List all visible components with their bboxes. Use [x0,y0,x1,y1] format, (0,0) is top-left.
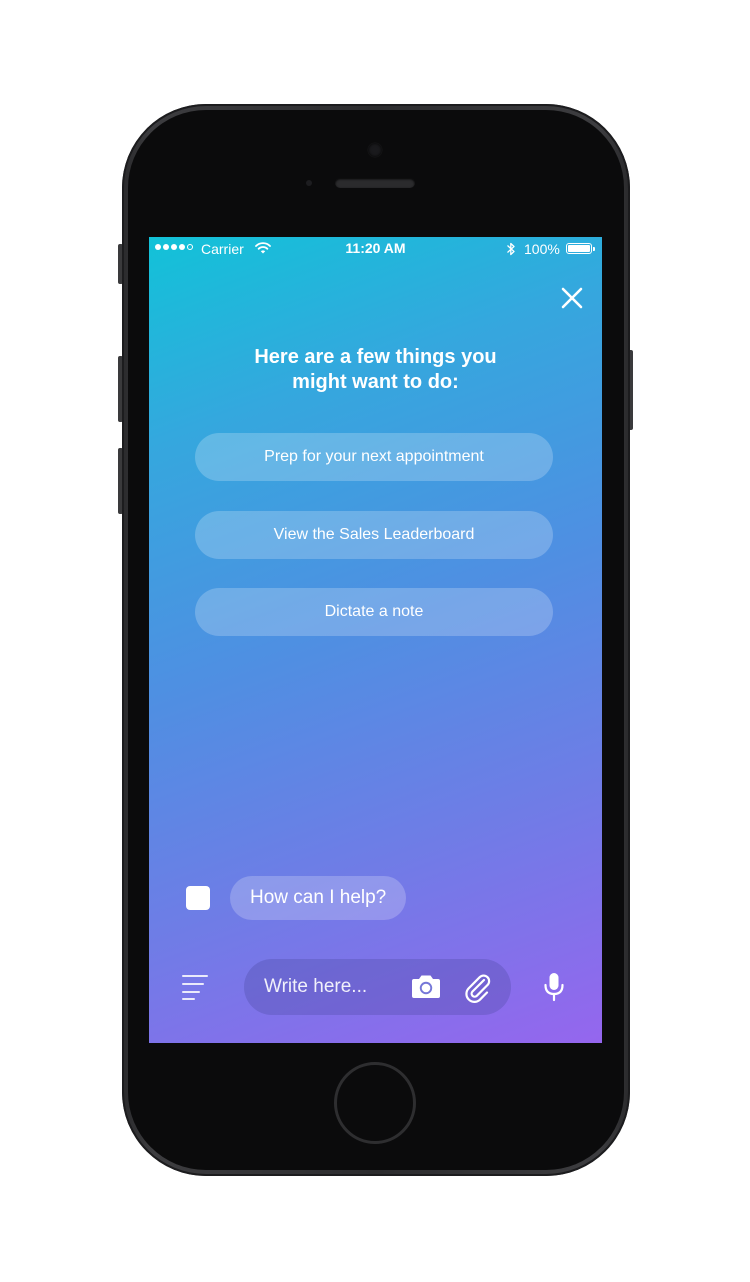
proximity-sensor [306,180,312,186]
front-camera [368,143,382,157]
paperclip-icon[interactable] [462,971,492,1003]
status-bar: Carrier 11:20 AM 100% [149,237,602,261]
battery-nub [593,247,595,251]
close-icon[interactable] [557,283,587,313]
suggestions-heading: Here are a few things you might want to … [189,345,562,395]
bot-avatar [186,886,210,910]
suggestion-sales-leaderboard-button[interactable]: View the Sales Leaderboard [195,511,553,559]
heading-line-1: Here are a few things you [254,346,497,368]
bot-message-bubble: How can I help? [230,876,407,920]
home-button[interactable] [334,1062,416,1144]
battery-icon [566,243,595,254]
assistant-screen: Carrier 11:20 AM 100% Here are a few thi… [149,237,602,1043]
menu-icon[interactable] [181,973,211,1001]
battery-percentage: 100% [524,241,560,257]
heading-line-2: might want to do: [292,371,459,393]
bluetooth-icon [507,242,515,256]
message-composer [244,959,511,1015]
earpiece-speaker [335,178,415,188]
message-input[interactable] [264,973,404,1001]
suggestion-prep-appointment-button[interactable]: Prep for your next appointment [195,433,553,481]
stage: Carrier 11:20 AM 100% Here are a few thi… [0,0,750,1282]
battery-fill [568,245,590,252]
suggestion-dictate-note-button[interactable]: Dictate a note [195,588,553,636]
camera-icon[interactable] [409,973,443,1001]
microphone-icon[interactable] [539,971,569,1003]
